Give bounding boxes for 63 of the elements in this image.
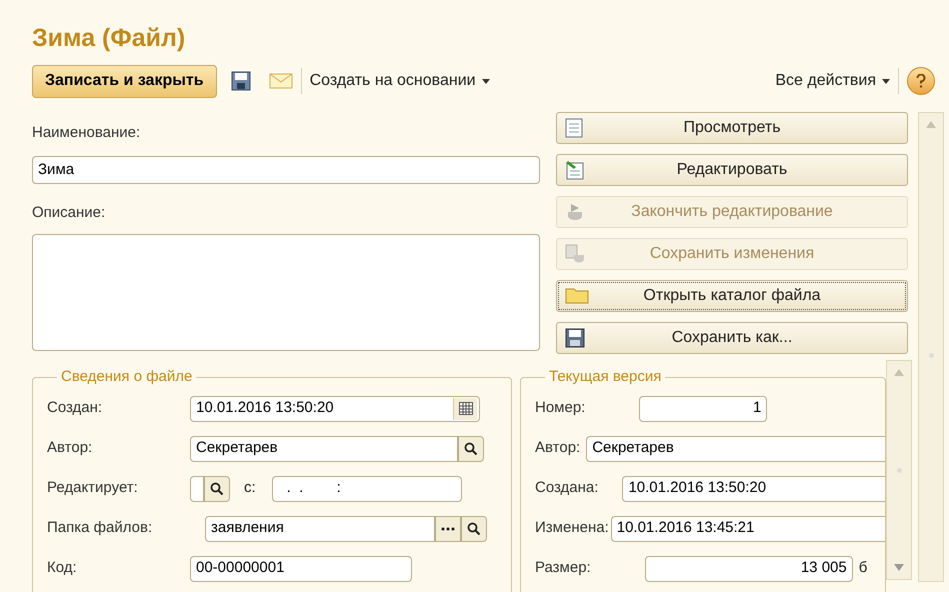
document-icon (565, 118, 583, 138)
field-label: Автор: (535, 438, 580, 458)
field-label: Номер: (535, 398, 586, 418)
field-label: Автор: (47, 438, 94, 458)
caret-icon (882, 78, 890, 84)
search-button[interactable] (458, 436, 484, 462)
date-field[interactable]: 10.01.2016 13:50:20 (622, 476, 885, 502)
ellipsis-icon (441, 526, 455, 530)
field-label: Размер: (535, 558, 591, 578)
calendar-icon (458, 402, 472, 415)
number-field[interactable]: 1 (639, 396, 768, 422)
since-field[interactable]: . . : (272, 476, 462, 502)
window-title: Зима (Файл) (32, 23, 186, 54)
scroll-up-icon[interactable] (893, 367, 905, 377)
search-button[interactable] (204, 476, 230, 502)
scroll-up-icon[interactable] (925, 119, 937, 129)
action-button[interactable]: Просмотреть (556, 112, 908, 144)
date-field[interactable]: 10.01.2016 13:50:20 (190, 396, 480, 422)
search-icon (467, 522, 481, 536)
database-document-icon (565, 244, 585, 264)
search-icon (464, 442, 478, 456)
document-pencil-icon (565, 160, 585, 180)
since-label: с: (244, 478, 256, 498)
group-title: Текущая версия (548, 367, 662, 387)
menu-button[interactable]: Все действия (775, 69, 890, 93)
save-close-button[interactable]: Записать и закрыть (32, 64, 217, 98)
scrollbar[interactable] (918, 112, 944, 582)
field-label: Наименование: (32, 123, 142, 143)
help-button[interactable] (907, 67, 935, 95)
envelope-icon[interactable] (268, 73, 293, 89)
editor-field[interactable] (190, 476, 204, 502)
question-icon (916, 74, 926, 88)
unit-label: б (858, 558, 868, 578)
field-label: Код: (47, 558, 78, 578)
date-field[interactable]: 10.01.2016 13:45:21 (610, 516, 885, 542)
scroll-down-icon[interactable] (893, 563, 905, 573)
field-label: Описание: (32, 203, 106, 223)
ellipsis-button[interactable] (435, 516, 461, 542)
scrollbar[interactable] (886, 360, 912, 580)
description-field[interactable] (32, 234, 540, 351)
folder-field[interactable]: заявления (205, 516, 435, 542)
field-label: Создан: (47, 398, 104, 418)
search-button[interactable] (461, 516, 487, 542)
action-button[interactable]: Сохранить как... (556, 322, 908, 354)
action-button[interactable]: Редактировать (556, 154, 908, 186)
action-button[interactable]: Открыть каталог файла (556, 280, 908, 312)
field-label: Изменена: (535, 518, 609, 538)
name-field[interactable]: Зима (32, 156, 540, 184)
field-label: Папка файлов: (47, 518, 154, 538)
field-label: Редактирует: (47, 478, 139, 498)
group-title: Сведения о файле (60, 367, 194, 387)
field-label: Создана: (535, 478, 598, 498)
menu-button[interactable]: Создать на основании (310, 69, 490, 93)
author-field[interactable]: Секретарев (190, 436, 458, 462)
size-field[interactable]: 13 005 (644, 556, 853, 582)
caret-icon (482, 78, 490, 84)
folder-icon (565, 286, 589, 304)
code-field[interactable]: 00-00000001 (190, 556, 412, 582)
author-field[interactable]: Секретарев (586, 436, 885, 462)
scroll-thumb[interactable] (896, 468, 902, 472)
calendar-button[interactable] (453, 398, 477, 420)
scroll-thumb[interactable] (928, 352, 934, 358)
search-icon (210, 482, 224, 496)
